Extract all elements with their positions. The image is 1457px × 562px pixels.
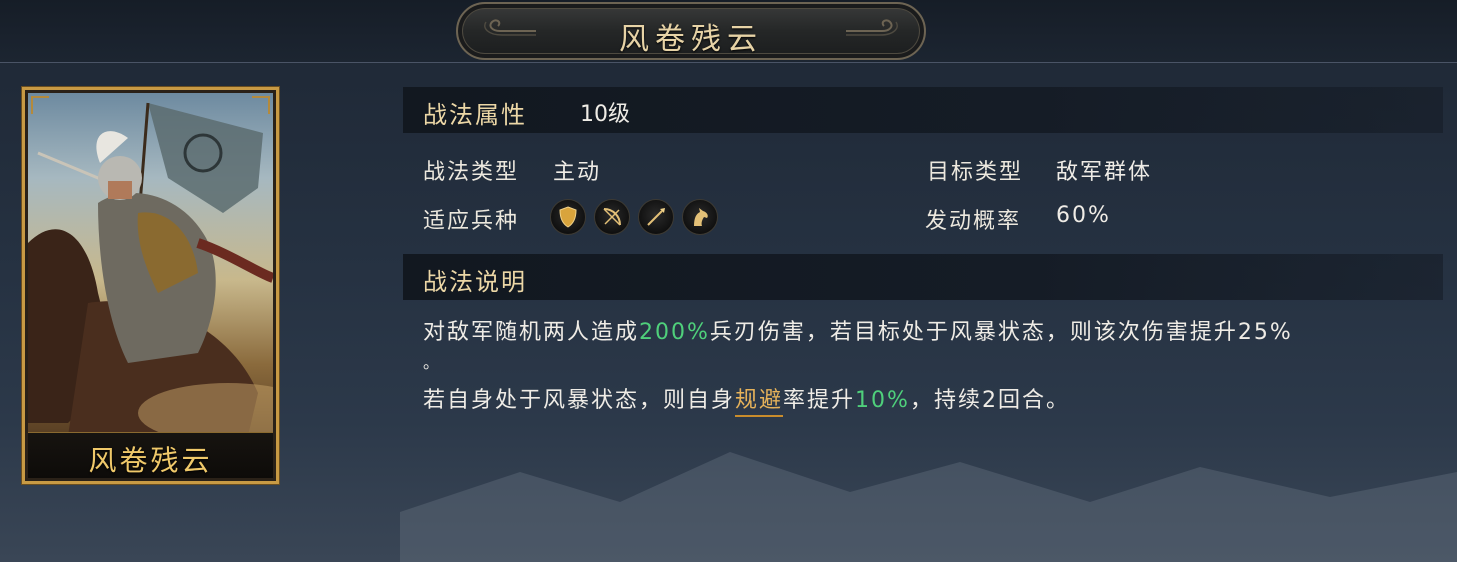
horse-icon[interactable]	[682, 199, 718, 235]
top-header-bar: 风卷残云	[0, 0, 1457, 63]
description-section-header: 战法说明	[403, 254, 1443, 300]
troop-type-label: 适应兵种	[423, 209, 520, 234]
description-text: 。	[423, 353, 442, 372]
attribute-section-header: 战法属性 10级	[403, 87, 1443, 133]
bow-icon[interactable]	[594, 199, 630, 235]
target-type-value: 敌军群体	[1056, 160, 1153, 185]
description-line-2: 。	[423, 349, 441, 373]
tactic-type-value: 主动	[553, 160, 602, 185]
tactic-card: 风卷残云	[22, 87, 279, 484]
title-plaque: 风卷残云	[456, 2, 926, 60]
description-section-label: 战法说明	[423, 268, 527, 296]
description-line-1: 对敌军随机两人造成200%兵刃伤害，若目标处于风暴状态，则该次伤害提升25%	[423, 314, 1293, 346]
tactic-level: 10级	[580, 102, 630, 127]
card-caption: 风卷残云	[28, 432, 273, 478]
page-title: 风卷残云	[619, 22, 763, 57]
card-name: 风卷残云	[88, 444, 213, 477]
description-text: 兵刃伤害，若目标处于风暴状态，则该次伤害提升25%	[709, 320, 1293, 345]
trigger-rate-value: 60%	[1056, 203, 1111, 228]
trigger-rate-label: 发动概率	[925, 209, 1022, 234]
shield-icon[interactable]	[550, 199, 586, 235]
damage-percent: 200%	[639, 320, 710, 345]
description-text: 对敌军随机两人造成	[423, 320, 640, 345]
spear-icon[interactable]	[638, 199, 674, 235]
general-portrait	[28, 93, 273, 433]
card-corner-ornament	[31, 96, 49, 114]
troop-icons	[550, 199, 718, 235]
general-art-icon	[28, 102, 273, 433]
background-mountains	[400, 452, 1457, 562]
tactic-type-label: 战法类型	[423, 160, 520, 185]
attribute-section-label: 战法属性	[423, 101, 527, 129]
card-corner-ornament	[252, 96, 270, 114]
target-type-label: 目标类型	[927, 160, 1024, 185]
